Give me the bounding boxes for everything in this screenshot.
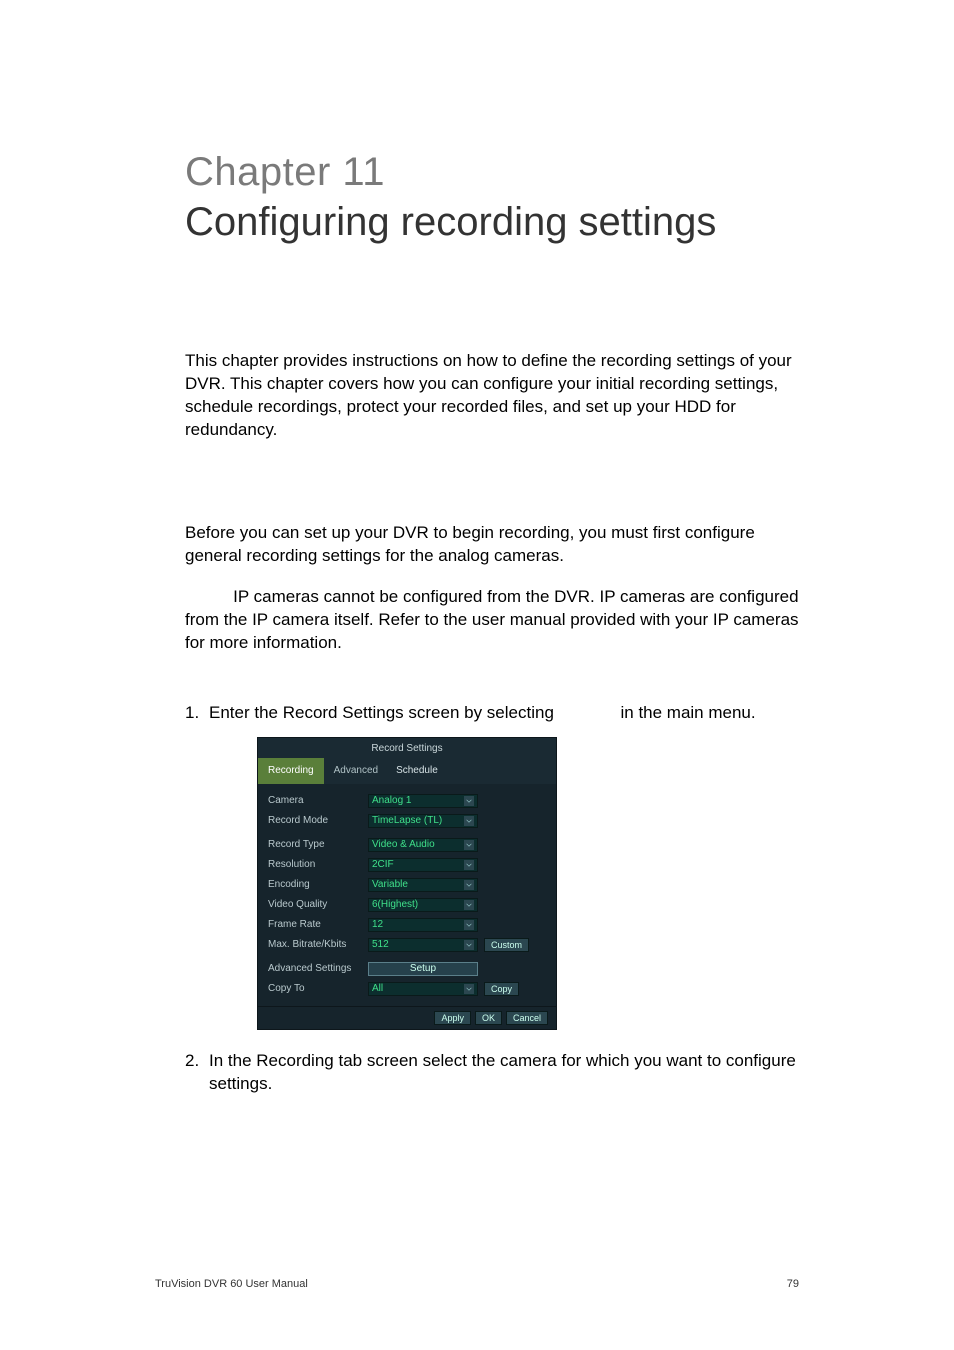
step-1: 1. Enter the Record Settings screen by s…: [185, 702, 799, 1039]
copy-button[interactable]: Copy: [484, 982, 519, 996]
row-record-type: Record Type Video & Audio: [268, 836, 546, 854]
section-initializing: Before you can set up your DVR to begin …: [185, 522, 799, 655]
section-paragraph: Before you can set up your DVR to begin …: [185, 522, 799, 568]
ok-button[interactable]: OK: [475, 1011, 502, 1025]
footer-page-number: 79: [787, 1278, 799, 1290]
value-record-type: Video & Audio: [372, 838, 435, 852]
tab-schedule[interactable]: Schedule: [388, 758, 446, 784]
row-max-bitrate: Max. Bitrate/Kbits 512 Custom: [268, 936, 546, 954]
value-video-quality: 6(Highest): [372, 898, 418, 912]
field-copy-to[interactable]: All: [368, 982, 478, 996]
row-record-mode: Record Mode TimeLapse (TL): [268, 812, 546, 830]
steps-list: 1. Enter the Record Settings screen by s…: [185, 702, 799, 1095]
label-video-quality: Video Quality: [268, 898, 368, 912]
label-record-mode: Record Mode: [268, 814, 368, 828]
chevron-down-icon[interactable]: [464, 840, 474, 850]
chapter-title: Configuring recording settings: [185, 199, 799, 245]
row-copy-to: Copy To All Copy: [268, 980, 546, 998]
field-resolution[interactable]: 2CIF: [368, 858, 478, 872]
chevron-down-icon[interactable]: [464, 880, 474, 890]
step-body: Enter the Record Settings screen by sele…: [209, 702, 799, 1039]
footer-left: TruVision DVR 60 User Manual: [155, 1278, 308, 1290]
document-page: Chapter 11 Configuring recording setting…: [0, 0, 954, 1350]
value-max-bitrate: 512: [372, 938, 389, 952]
row-frame-rate: Frame Rate 12: [268, 916, 546, 934]
apply-button[interactable]: Apply: [434, 1011, 471, 1025]
dvr-footer-buttons: Apply OK Cancel: [258, 1006, 556, 1029]
step-1-record-word: Record: [554, 702, 621, 725]
value-record-mode: TimeLapse (TL): [372, 814, 442, 828]
dvr-tabs: Recording Advanced Schedule: [258, 756, 556, 784]
chevron-down-icon[interactable]: [464, 920, 474, 930]
cancel-button[interactable]: Cancel: [506, 1011, 548, 1025]
setup-button[interactable]: Setup: [368, 962, 478, 976]
chapter-intro-paragraph: This chapter provides instructions on ho…: [185, 350, 799, 442]
row-advanced-settings: Advanced Settings Setup: [268, 960, 546, 978]
step-1-text: Enter the Record Settings screen by sele…: [209, 702, 799, 725]
step-number: 1.: [185, 702, 209, 1039]
chevron-down-icon[interactable]: [464, 900, 474, 910]
note-text: IP cameras cannot be configured from the…: [185, 587, 799, 652]
dvr-window-title: Record Settings: [371, 743, 442, 754]
field-record-type[interactable]: Video & Audio: [368, 838, 478, 852]
field-encoding[interactable]: Variable: [368, 878, 478, 892]
chapter-heading-block: Chapter 11 Configuring recording setting…: [185, 150, 799, 245]
chevron-down-icon[interactable]: [464, 796, 474, 806]
label-copy-to: Copy To: [268, 982, 368, 996]
record-settings-screenshot: Record Settings Recording Advanced Sched…: [257, 737, 799, 1030]
note-paragraph: Note: IP cameras cannot be configured fr…: [185, 586, 799, 655]
label-advanced-settings: Advanced Settings: [268, 962, 368, 976]
chapter-label: Chapter 11: [185, 150, 799, 195]
row-video-quality: Video Quality 6(Highest): [268, 896, 546, 914]
chevron-down-icon[interactable]: [464, 940, 474, 950]
row-resolution: Resolution 2CIF: [268, 856, 546, 874]
field-max-bitrate[interactable]: 512: [368, 938, 478, 952]
tab-recording[interactable]: Recording: [258, 758, 324, 784]
label-record-type: Record Type: [268, 838, 368, 852]
label-resolution: Resolution: [268, 858, 368, 872]
field-frame-rate[interactable]: 12: [368, 918, 478, 932]
label-encoding: Encoding: [268, 878, 368, 892]
chevron-down-icon[interactable]: [464, 860, 474, 870]
dvr-window: Record Settings Recording Advanced Sched…: [257, 737, 557, 1030]
step-2: 2. In the Recording tab screen select th…: [185, 1050, 799, 1096]
field-camera[interactable]: Analog 1: [368, 794, 478, 808]
step-1-text-a: Enter the Record Settings screen by sele…: [209, 702, 554, 725]
chevron-down-icon[interactable]: [464, 816, 474, 826]
label-camera: Camera: [268, 794, 368, 808]
value-copy-to: All: [372, 982, 383, 996]
dvr-header: Record Settings: [258, 738, 556, 756]
note-label: Note:: [185, 587, 228, 606]
value-resolution: 2CIF: [372, 858, 394, 872]
field-record-mode[interactable]: TimeLapse (TL): [368, 814, 478, 828]
label-max-bitrate: Max. Bitrate/Kbits: [268, 938, 368, 952]
value-camera: Analog 1: [372, 794, 411, 808]
step-number: 2.: [185, 1050, 209, 1096]
field-video-quality[interactable]: 6(Highest): [368, 898, 478, 912]
row-camera: Camera Analog 1: [268, 792, 546, 810]
row-encoding: Encoding Variable: [268, 876, 546, 894]
tab-advanced[interactable]: Advanced: [324, 758, 388, 784]
dvr-body: Camera Analog 1 Record Mode TimeLapse (T…: [258, 784, 556, 1006]
custom-button[interactable]: Custom: [484, 938, 529, 952]
label-frame-rate: Frame Rate: [268, 918, 368, 932]
value-frame-rate: 12: [372, 918, 383, 932]
page-footer: TruVision DVR 60 User Manual 79: [155, 1278, 799, 1290]
step-1-text-c: in the main menu.: [620, 702, 755, 725]
chevron-down-icon[interactable]: [464, 984, 474, 994]
value-encoding: Variable: [372, 878, 408, 892]
step-2-text: In the Recording tab screen select the c…: [209, 1050, 799, 1096]
